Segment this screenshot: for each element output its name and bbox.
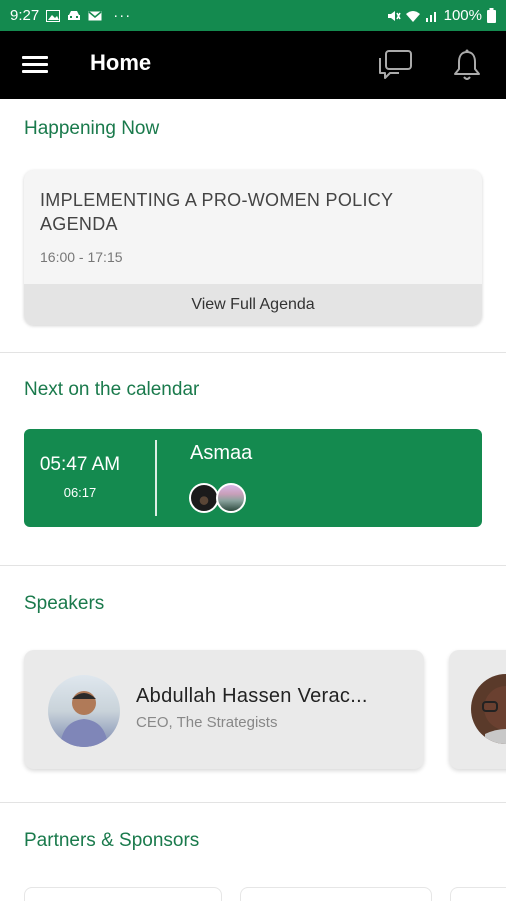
wifi-icon [405, 10, 420, 22]
event-time: 05:47 AM [39, 454, 121, 475]
speaker-card[interactable]: Abdullah Hassen Verac... CEO, The Strate… [24, 650, 424, 769]
menu-icon[interactable] [22, 53, 48, 75]
status-bar: 9:27 ··· 100% [0, 0, 506, 31]
image-icon [46, 9, 61, 22]
event-duration: 06:17 [63, 485, 97, 500]
mail-icon [88, 10, 102, 20]
view-full-agenda-button[interactable]: View Full Agenda [24, 284, 482, 325]
separator [155, 440, 157, 516]
speaker-name: Abdullah Hassen Verac... [136, 685, 368, 707]
attendee-avatar [216, 483, 246, 513]
chat-icon[interactable] [377, 49, 413, 81]
car-icon [68, 10, 81, 20]
avatar [48, 675, 120, 747]
app-bar: Home [0, 31, 506, 99]
avatar [471, 674, 506, 744]
mute-icon [387, 10, 401, 21]
event-name: Asmaa [190, 442, 253, 464]
battery-icon [487, 8, 496, 23]
speaker-role: CEO, The Strategists [136, 714, 278, 731]
signal-icon [425, 11, 436, 22]
next-calendar-heading: Next on the calendar [24, 379, 200, 400]
happening-now-card[interactable]: IMPLEMENTING A PRO-WOMEN POLICY AGENDA 1… [24, 170, 482, 325]
page-title: Home [90, 50, 152, 75]
partners-heading: Partners & Sponsors [24, 830, 200, 851]
more-notifications: ··· [113, 7, 132, 24]
status-time: 9:27 [10, 7, 40, 24]
happening-now-heading: Happening Now [24, 118, 160, 139]
divider [0, 565, 506, 566]
battery-percent: 100% [443, 7, 482, 24]
next-event-card[interactable]: 05:47 AM 06:17 Asmaa [24, 429, 482, 527]
bell-icon[interactable] [452, 48, 482, 82]
session-time: 16:00 - 17:15 [40, 249, 123, 265]
divider [0, 802, 506, 803]
partner-card[interactable] [240, 887, 432, 901]
speaker-card[interactable] [449, 650, 506, 769]
partner-card[interactable] [24, 887, 222, 901]
partner-card[interactable] [450, 887, 506, 901]
speakers-heading: Speakers [24, 593, 105, 614]
attendee-avatar [189, 483, 219, 513]
divider [0, 352, 506, 353]
session-title: IMPLEMENTING A PRO-WOMEN POLICY AGENDA [40, 190, 394, 234]
